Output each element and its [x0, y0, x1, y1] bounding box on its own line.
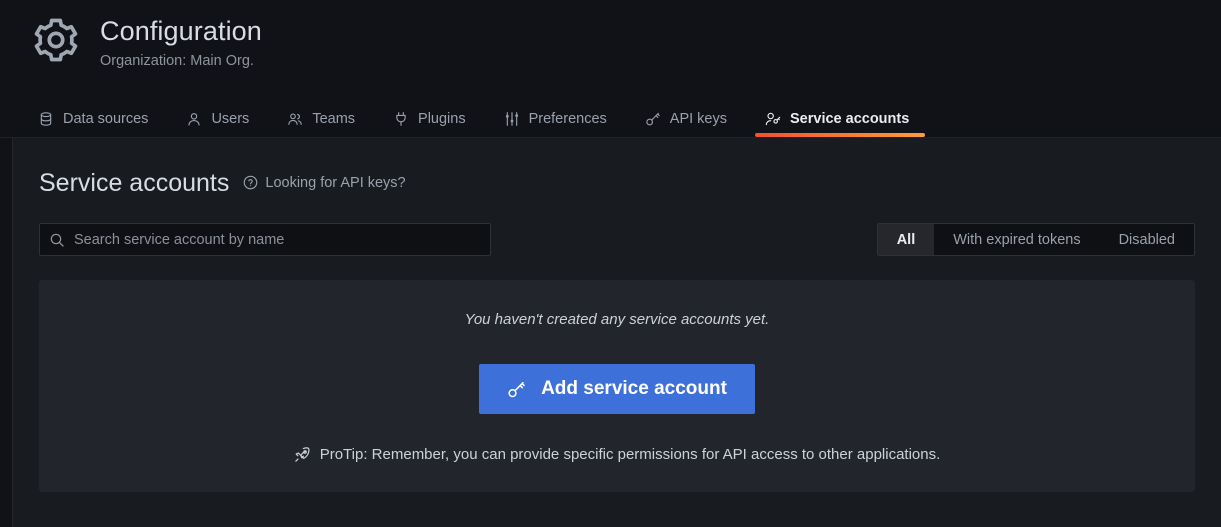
content-area: Service accounts Looking for API keys?: [0, 138, 1221, 527]
user-icon: [186, 111, 202, 127]
service-accounts-panel: Service accounts Looking for API keys?: [12, 138, 1221, 527]
section-header: Service accounts Looking for API keys?: [39, 168, 1195, 198]
add-button-label: Add service account: [541, 378, 727, 400]
user-key-icon: [765, 111, 781, 127]
search-input[interactable]: [74, 224, 480, 255]
tab-data-sources[interactable]: Data sources: [38, 100, 166, 137]
status-filter-group: All With expired tokens Disabled: [877, 223, 1195, 256]
tab-preferences[interactable]: Preferences: [504, 100, 625, 137]
search-icon: [49, 232, 65, 248]
tab-label: Users: [211, 111, 249, 127]
protip-text: ProTip: Remember, you can provide specif…: [320, 446, 941, 463]
tab-label: API keys: [670, 111, 727, 127]
grafana-configuration-page: Configuration Organization: Main Org. Da…: [0, 0, 1221, 527]
tab-plugins[interactable]: Plugins: [393, 100, 484, 137]
tab-users[interactable]: Users: [186, 100, 267, 137]
api-keys-link-label: Looking for API keys?: [265, 175, 405, 191]
tab-label: Teams: [312, 111, 355, 127]
filter-disabled-button[interactable]: Disabled: [1100, 224, 1194, 255]
page-title: Configuration: [100, 14, 262, 48]
filter-all-button[interactable]: All: [878, 224, 935, 255]
page-header: Configuration Organization: Main Org.: [0, 0, 1221, 98]
key-icon: [507, 380, 526, 399]
protip-row: ProTip: Remember, you can provide specif…: [294, 446, 941, 463]
search-service-account-box[interactable]: [39, 223, 491, 256]
rocket-icon: [294, 446, 311, 463]
organization-subtitle: Organization: Main Org.: [100, 51, 262, 71]
key-icon: [645, 111, 661, 127]
filter-row: All With expired tokens Disabled: [39, 223, 1195, 256]
add-service-account-button[interactable]: Add service account: [479, 364, 755, 414]
tab-teams[interactable]: Teams: [287, 100, 373, 137]
plug-icon: [393, 111, 409, 127]
tab-label: Plugins: [418, 111, 466, 127]
empty-state-message: You haven't created any service accounts…: [465, 310, 770, 330]
looking-for-api-keys-link[interactable]: Looking for API keys?: [243, 175, 405, 191]
left-gutter: [0, 138, 12, 527]
tab-label: Preferences: [529, 111, 607, 127]
help-circle-icon: [243, 175, 258, 190]
section-title: Service accounts: [39, 168, 229, 198]
gear-icon: [30, 14, 82, 66]
sliders-icon: [504, 111, 520, 127]
config-tab-bar: Data sources Users Teams: [0, 100, 1221, 138]
empty-state-card: You haven't created any service accounts…: [39, 280, 1195, 492]
tab-service-accounts[interactable]: Service accounts: [765, 100, 927, 137]
tab-api-keys[interactable]: API keys: [645, 100, 745, 137]
tab-label: Service accounts: [790, 111, 909, 127]
filter-with-expired-tokens-button[interactable]: With expired tokens: [934, 224, 1099, 255]
database-icon: [38, 111, 54, 127]
users-group-icon: [287, 111, 303, 127]
tab-label: Data sources: [63, 111, 148, 127]
